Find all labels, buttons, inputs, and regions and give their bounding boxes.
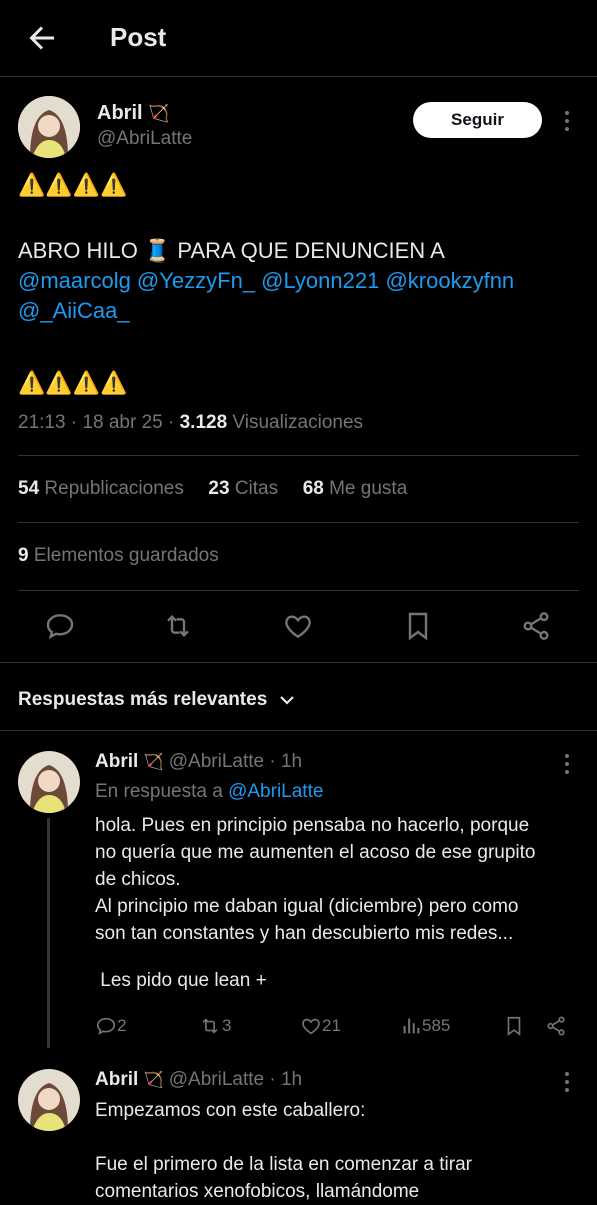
post-meta: 21:13 · 18 abr 25 · 3.128 Visualizacione… [18, 412, 363, 434]
reply-header: Abril 🏹 @AbriLatte · 1h [95, 1069, 302, 1091]
reply-body: Empezamos con este caballero: Fue el pri… [95, 1097, 472, 1205]
reply-replies-count: 2 [117, 1016, 127, 1035]
reply-author-emoji: 🏹 [143, 1072, 164, 1089]
author-avatar[interactable] [18, 96, 80, 158]
sort-divider [0, 730, 597, 731]
views-label: Visualizaciones [227, 412, 364, 433]
bar-chart-icon [403, 1018, 420, 1034]
reply-author-name[interactable]: Abril [95, 1069, 138, 1090]
author-handle[interactable]: @AbriLatte [97, 128, 192, 150]
reposts-stat[interactable]: 54 Republicaciones [18, 478, 184, 499]
heart-icon [285, 615, 311, 639]
reply-button[interactable] [44, 610, 76, 642]
reply-share-button[interactable] [545, 1015, 567, 1037]
like-button[interactable] [282, 610, 314, 642]
stats-divider [18, 522, 579, 523]
heart-icon [302, 1018, 320, 1035]
reply-to-handle[interactable]: @AbriLatte [228, 781, 323, 802]
replies-sort-dropdown[interactable]: Respuestas más relevantes [18, 688, 299, 712]
repost-icon [167, 614, 189, 638]
reply-line: son tan constantes y han descubierto mis… [95, 923, 514, 944]
more-vertical-icon [565, 754, 569, 774]
reply-handle-time[interactable]: @AbriLatte · 1h [169, 1069, 302, 1090]
meta-divider [18, 455, 579, 456]
back-button[interactable] [24, 20, 60, 56]
reply-like-button[interactable]: 21 [300, 1015, 341, 1037]
author-name-text: Abril [97, 102, 143, 124]
reply-reply-button[interactable]: 2 [95, 1015, 126, 1037]
page-title: Post [110, 22, 167, 52]
reply-more-button[interactable] [556, 1070, 578, 1094]
reply-handle-time[interactable]: @AbriLatte · 1h [169, 751, 302, 772]
likes-count: 68 [302, 478, 324, 499]
author-emoji: 🏹 [148, 104, 170, 123]
post-text-line: ABRO HILO 🧵 PARA QUE DENUNCIEN A [18, 238, 445, 263]
reply-to-prefix: En respuesta a [95, 781, 229, 802]
reply-line: hola. Pues en principio pensaba no hacer… [95, 815, 530, 836]
quotes-stat[interactable]: 23 Citas [208, 478, 278, 499]
post-timestamp[interactable]: 21:13 · 18 abr 25 · [18, 412, 180, 433]
reply-header: Abril 🏹 @AbriLatte · 1h [95, 751, 302, 773]
more-options-button[interactable] [556, 108, 578, 134]
header-divider [0, 76, 597, 77]
share-icon [547, 1016, 565, 1036]
comment-icon [96, 1017, 116, 1035]
post-warning-2: ⚠️⚠️⚠️⚠️ [18, 370, 128, 395]
reply-line: de chicos. [95, 869, 181, 890]
saved-count: 9 [18, 545, 29, 566]
reply-line: Empezamos con este caballero: [95, 1100, 366, 1121]
bookmark-icon [408, 612, 428, 641]
repost-icon [202, 1018, 218, 1034]
likes-stat[interactable]: 68 Me gusta [303, 478, 408, 499]
chevron-down-icon [280, 696, 295, 705]
reply-line: Al principio me daban igual (diciembre) … [95, 896, 519, 917]
views-count: 3.128 [179, 412, 228, 433]
arrow-left-icon [29, 26, 54, 50]
more-vertical-icon [565, 111, 569, 131]
reply-avatar[interactable] [18, 1069, 80, 1131]
bookmark-icon [507, 1016, 521, 1036]
reposts-label: Republicaciones [39, 478, 184, 499]
more-vertical-icon [565, 1072, 569, 1092]
reply-reposts-count: 3 [222, 1016, 232, 1035]
reply-line: Les pido que lean + [95, 970, 267, 991]
saved-label: Elementos guardados [28, 545, 219, 566]
post-mentions-2[interactable]: @_AiiCaa_ [18, 296, 514, 326]
reply-bookmark-button[interactable] [503, 1015, 525, 1037]
reply-views-button[interactable]: 585 [400, 1015, 450, 1037]
reply-views-count: 585 [422, 1016, 451, 1035]
post-text: ABRO HILO 🧵 PARA QUE DENUNCIEN A @maarco… [18, 236, 514, 326]
reply-to: En respuesta a @AbriLatte [95, 781, 323, 803]
reply-more-button[interactable] [556, 752, 578, 776]
reply-author-emoji: 🏹 [143, 754, 164, 771]
post-mentions-1[interactable]: @maarcolg @YezzyFn_ @Lyonn221 @krookzyfn… [18, 266, 514, 296]
reply-avatar[interactable] [18, 751, 80, 813]
stats-row: 54 Republicaciones 23 Citas 68 Me gusta [18, 478, 407, 500]
reply-line: comentarios xenofobicos, llamándome [95, 1181, 420, 1202]
likes-label: Me gusta [323, 478, 408, 499]
reply-author-name[interactable]: Abril [95, 751, 138, 772]
quotes-label: Citas [229, 478, 279, 499]
share-icon [523, 612, 549, 640]
reply-likes-count: 21 [322, 1016, 341, 1035]
share-button[interactable] [520, 610, 552, 642]
reply-line: no quería que me aumenten el acoso de es… [95, 842, 536, 863]
repost-button[interactable] [162, 610, 194, 642]
thread-line [47, 818, 50, 1048]
reply-line: Fue el primero de la lista en comenzar a… [95, 1154, 472, 1175]
actions-divider [0, 662, 597, 663]
quotes-count: 23 [208, 478, 230, 499]
replies-sort-label: Respuestas más relevantes [18, 689, 268, 710]
reply-repost-button[interactable]: 3 [198, 1015, 231, 1037]
saved-stat[interactable]: 9 Elementos guardados [18, 545, 219, 567]
follow-button[interactable]: Seguir [413, 102, 542, 138]
author-name[interactable]: Abril 🏹 [97, 102, 169, 125]
comment-icon [46, 614, 74, 640]
bookmark-button[interactable] [402, 610, 434, 642]
saved-divider [18, 590, 579, 591]
post-warning-1: ⚠️⚠️⚠️⚠️ [18, 172, 128, 197]
reply-body: hola. Pues en principio pensaba no hacer… [95, 812, 535, 994]
reposts-count: 54 [18, 478, 40, 499]
